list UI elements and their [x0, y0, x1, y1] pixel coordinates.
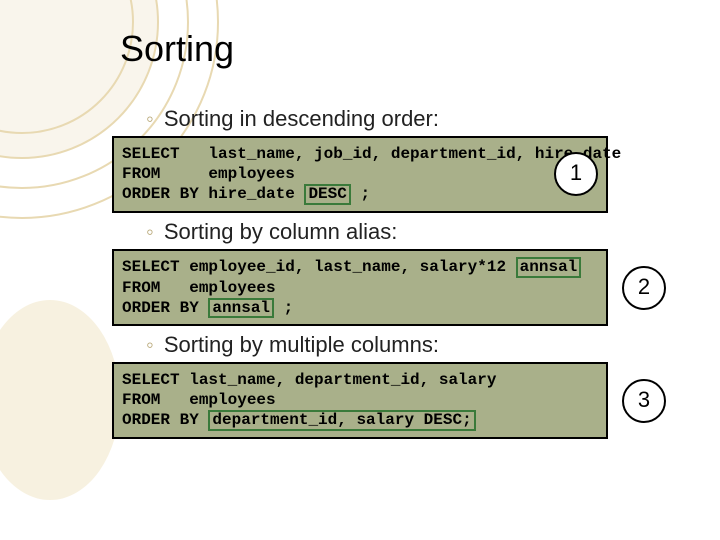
- step-badge-2: 2: [622, 266, 666, 310]
- bullet-multi-columns: ◦ Sorting by multiple columns:: [146, 332, 680, 358]
- code-line: ORDER BY: [122, 299, 208, 317]
- code-block-1: SELECT last_name, job_id, department_id,…: [112, 136, 608, 213]
- highlight-multi-cols: department_id, salary DESC;: [208, 410, 475, 431]
- code-line: FROM employees: [122, 391, 276, 409]
- code-line: ;: [351, 185, 370, 203]
- bullet-column-alias: ◦ Sorting by column alias:: [146, 219, 680, 245]
- code-line: FROM employees: [122, 279, 276, 297]
- slide: Sorting ◦ Sorting in descending order: SE…: [0, 0, 720, 540]
- code-line: ;: [274, 299, 293, 317]
- bullet-text: Sorting by column alias:: [164, 219, 398, 244]
- step-badge-3: 3: [622, 379, 666, 423]
- code-line: ORDER BY hire_date: [122, 185, 304, 203]
- highlight-desc: DESC: [304, 184, 350, 205]
- page-title: Sorting: [120, 28, 680, 70]
- code-line: FROM employees: [122, 165, 295, 183]
- highlight-alias-def: annsal: [516, 257, 582, 278]
- bullet-marker: ◦: [146, 332, 154, 357]
- code-line: SELECT last_name, job_id, department_id,…: [122, 145, 621, 163]
- code-line: SELECT employee_id, last_name, salary*12: [122, 258, 516, 276]
- bullet-desc-order: ◦ Sorting in descending order:: [146, 106, 680, 132]
- code-block-2: SELECT employee_id, last_name, salary*12…: [112, 249, 608, 327]
- code-block-3: SELECT last_name, department_id, salary …: [112, 362, 608, 439]
- bullet-text: Sorting in descending order:: [164, 106, 439, 131]
- highlight-alias-ref: annsal: [208, 298, 274, 319]
- code-line: ORDER BY: [122, 411, 208, 429]
- bullet-marker: ◦: [146, 219, 154, 244]
- bullet-text: Sorting by multiple columns:: [164, 332, 439, 357]
- step-badge-1: 1: [554, 152, 598, 196]
- bullet-marker: ◦: [146, 106, 154, 131]
- code-line: SELECT last_name, department_id, salary: [122, 371, 496, 389]
